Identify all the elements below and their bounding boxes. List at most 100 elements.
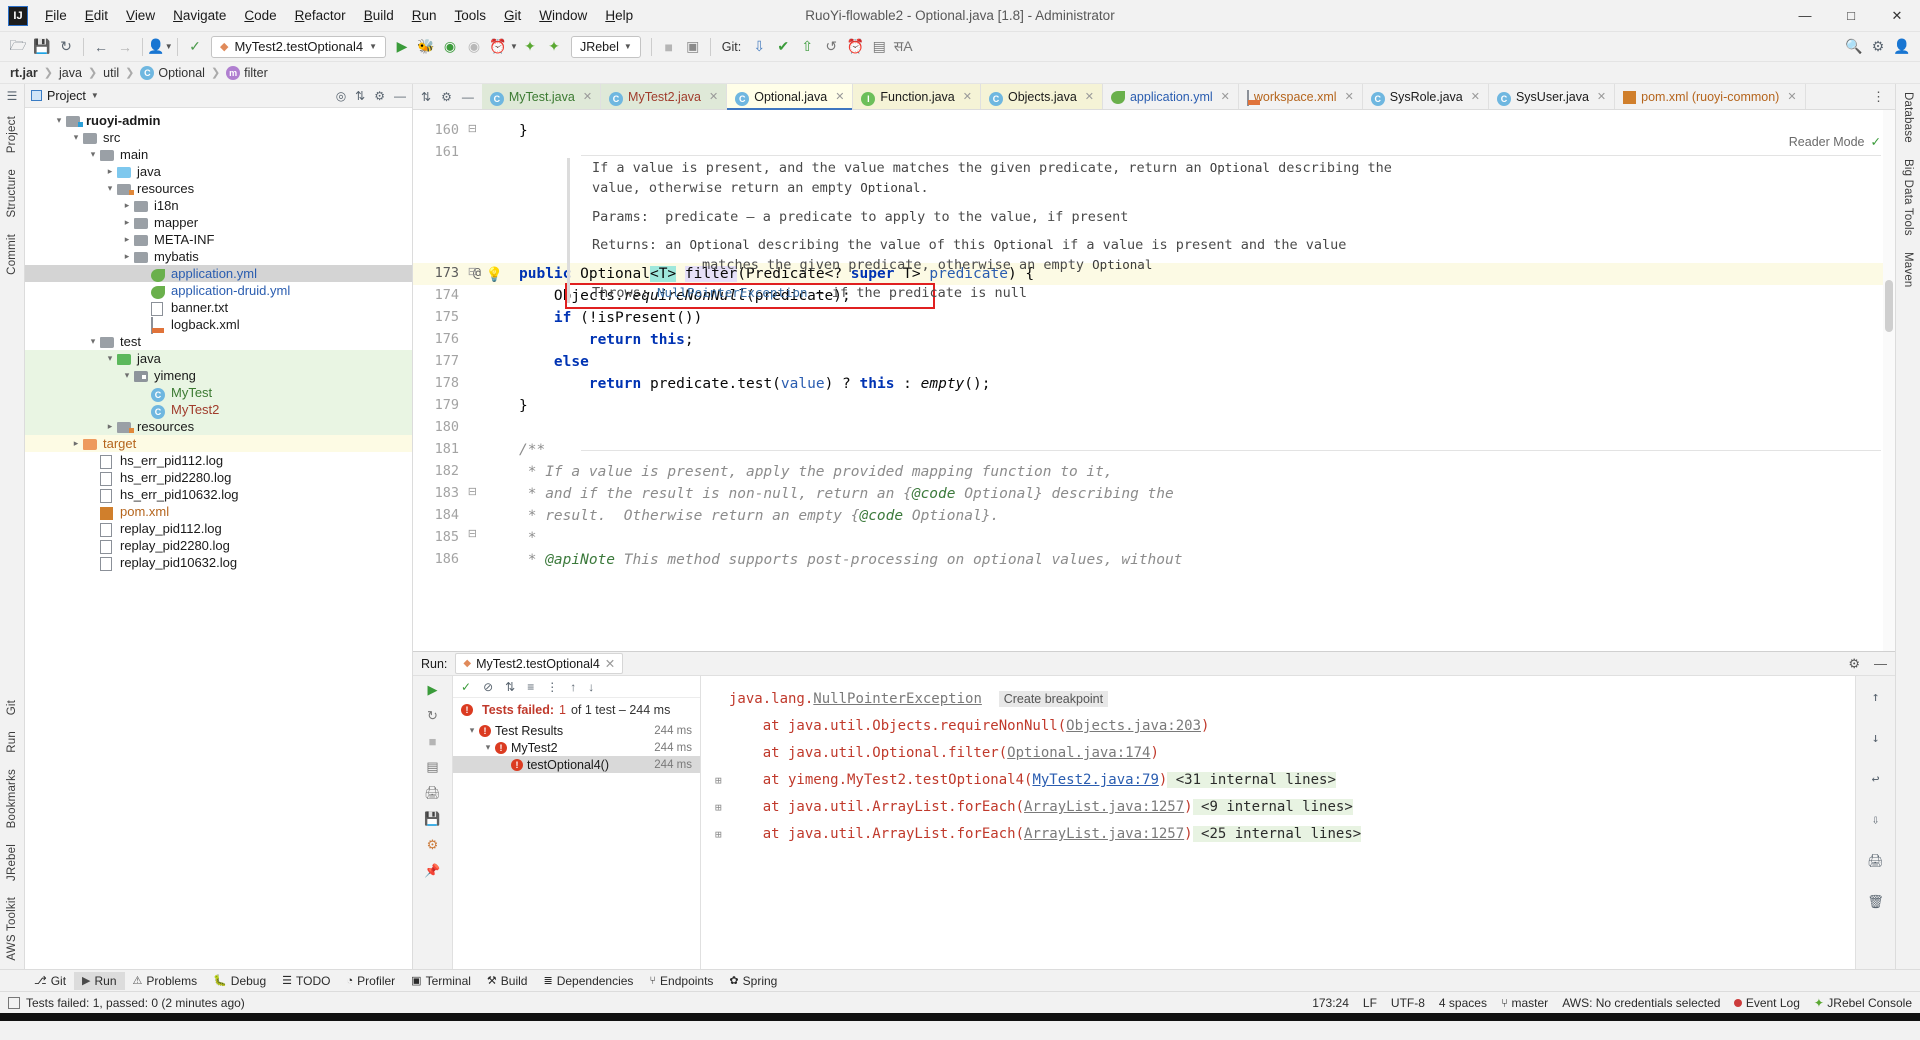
collapse-tests-icon[interactable]: ⋮ (546, 680, 558, 694)
prev-failed-icon[interactable]: ↑ (570, 680, 576, 694)
profile-icon[interactable]: 👤 ▼ (147, 35, 172, 59)
menu-edit[interactable]: Edit (76, 4, 117, 27)
chevron-right-icon[interactable]: ▸ (69, 438, 83, 449)
tree-item-pom-xml[interactable]: pom.xml (25, 503, 412, 520)
pin-tests-icon[interactable]: 📌 (424, 863, 440, 879)
settings-gear-icon[interactable]: ⚙ (1866, 35, 1890, 59)
stop-icon[interactable]: ■ (657, 35, 681, 59)
event-log-button[interactable]: Event Log (1734, 996, 1800, 1010)
account-icon[interactable]: 👤 (1890, 35, 1914, 59)
show-ignored-icon[interactable]: ⊘ (483, 680, 493, 694)
sidebar-item-git[interactable]: Git (2, 692, 22, 723)
close-icon[interactable]: ✕ (709, 90, 718, 103)
close-icon[interactable]: ✕ (583, 90, 592, 103)
editor-scrollbar-thumb[interactable] (1885, 280, 1893, 332)
create-breakpoint-button[interactable]: Create breakpoint (998, 691, 1109, 707)
tab-sort-icon[interactable]: ⇅ (421, 90, 431, 104)
chevron-down-icon[interactable]: ▾ (86, 336, 100, 347)
sidebar-item-bigdatatools[interactable]: Big Data Tools (1898, 151, 1918, 244)
tree-item-hs_err_pid2280-log[interactable]: hs_err_pid2280.log (25, 469, 412, 486)
layout-icon[interactable]: ▣ (681, 35, 705, 59)
tree-item-hs_err_pid112-log[interactable]: hs_err_pid112.log (25, 452, 412, 469)
tree-item-banner-txt[interactable]: banner.txt (25, 299, 412, 316)
editor-scrollbar[interactable] (1883, 110, 1895, 651)
sidebar-item-bookmarks[interactable]: Bookmarks (2, 761, 22, 836)
breadcrumb-optional[interactable]: C Optional (136, 65, 209, 80)
run-settings-gear-icon[interactable]: ⚙ (1848, 656, 1860, 672)
close-icon[interactable]: ✕ (963, 90, 972, 103)
forward-arrow-icon[interactable]: → (113, 35, 137, 59)
editor-tab-mytest-java[interactable]: C MyTest.java ✕ (481, 84, 602, 109)
aws-credentials[interactable]: AWS: No credentials selected (1562, 996, 1720, 1010)
tab-settings-gear-icon[interactable]: ⚙ (441, 90, 452, 104)
tree-item-src[interactable]: ▾ src (25, 129, 412, 146)
menu-file[interactable]: File (36, 4, 76, 27)
sidebar-item-database[interactable]: Database (1898, 84, 1918, 151)
breadcrumb-java[interactable]: java (55, 66, 86, 80)
tool-window-problems[interactable]: ⚠ Problems (125, 972, 206, 990)
close-icon[interactable]: ✕ (1345, 90, 1354, 103)
code-fold-marker[interactable]: ⊟ (468, 122, 477, 135)
tree-item-replay_pid2280-log[interactable]: replay_pid2280.log (25, 537, 412, 554)
console-stack-link[interactable]: ArrayList.java:1257 (1024, 799, 1184, 815)
chevron-right-icon[interactable]: ▸ (120, 234, 134, 245)
tree-item-test[interactable]: ▾ test (25, 333, 412, 350)
project-tree[interactable]: ▾ ruoyi-admin ▾ src ▾ main ▸ java ▾ resources ▸ i18… (25, 108, 412, 969)
run-coverage-icon[interactable]: ◉ (438, 35, 462, 59)
toggle-tests-icon[interactable]: ▤ (426, 759, 438, 775)
jrebel-debug-icon[interactable]: ✦ (542, 35, 566, 59)
show-passed-icon[interactable]: ✓ (461, 680, 471, 694)
all-tools-icon[interactable]: ☰ (7, 84, 18, 108)
sort-tests-icon[interactable]: ⇅ (505, 680, 515, 694)
intention-bulb-icon[interactable]: 💡 (486, 266, 503, 283)
filter-tests-icon[interactable]: ⚙ (427, 837, 439, 853)
line-separator[interactable]: LF (1363, 996, 1377, 1010)
menu-navigate[interactable]: Navigate (164, 4, 235, 27)
sidebar-item-commit[interactable]: Commit (2, 226, 22, 283)
tool-window-terminal[interactable]: ▣ Terminal (403, 972, 479, 990)
open-folder-icon[interactable]: 🗁 (6, 35, 30, 59)
test-tree[interactable]: ▾! Test Results 244 ms ▾! MyTest2 244 ms! test… (453, 722, 700, 773)
sidebar-item-aws-toolkit[interactable]: AWS Toolkit (2, 889, 22, 969)
expand-tests-icon[interactable]: ≡ (527, 680, 534, 694)
close-icon[interactable]: ✕ (1085, 90, 1094, 103)
chevron-down-icon[interactable]: ▾ (103, 183, 117, 194)
save-icon[interactable]: 💾 (30, 35, 54, 59)
close-icon[interactable]: ✕ (1221, 90, 1230, 103)
console-stack-link[interactable]: NullPointerException (813, 691, 982, 707)
tool-window-run[interactable]: ▶ Run (74, 971, 125, 990)
sidebar-item-jrebel[interactable]: JRebel (2, 836, 22, 889)
caret-position[interactable]: 173:24 (1312, 996, 1349, 1010)
chevron-right-icon[interactable]: ▸ (120, 200, 134, 211)
menu-build[interactable]: Build (355, 4, 403, 27)
console-stack-link[interactable]: Optional.java:174 (1007, 745, 1150, 761)
tab-overflow-icon[interactable]: ⋮ (1862, 84, 1895, 109)
console-stack-link[interactable]: MyTest2.java:79 (1032, 772, 1158, 788)
test-tree-item-test-results[interactable]: ▾! Test Results 244 ms (453, 722, 700, 739)
tree-item-meta-inf[interactable]: ▸ META-INF (25, 231, 412, 248)
tool-window-git[interactable]: ⎇ Git (26, 972, 74, 990)
console-print-icon[interactable]: 🖨 (1867, 848, 1884, 875)
editor-tab-sysrole-java[interactable]: C SysRole.java ✕ (1362, 84, 1489, 109)
run-tab[interactable]: ◆ MyTest2.testOptional4 ✕ (455, 653, 624, 674)
menu-view[interactable]: View (117, 4, 164, 27)
build-hammer-icon[interactable]: ✓ (183, 35, 207, 59)
tree-item-replay_pid112-log[interactable]: replay_pid112.log (25, 520, 412, 537)
menu-refactor[interactable]: Refactor (286, 4, 355, 27)
console-stack-link[interactable]: ArrayList.java:1257 (1024, 826, 1184, 842)
chevron-down-icon[interactable]: ▾ (69, 132, 83, 143)
jrebel-selector[interactable]: JRebel ▼ (570, 35, 641, 58)
run-icon[interactable]: ▶ (390, 35, 414, 59)
close-button[interactable]: ✕ (1874, 0, 1920, 32)
chevron-down-icon[interactable]: ▾ (103, 353, 117, 364)
back-arrow-icon[interactable]: ← (89, 35, 113, 59)
sidebar-item-maven[interactable]: Maven (1898, 244, 1918, 296)
editor-tab-objects-java[interactable]: C Objects.java ✕ (980, 84, 1103, 109)
minimize-button[interactable]: — (1782, 0, 1828, 32)
editor-tab-sysuser-java[interactable]: C SysUser.java ✕ (1488, 84, 1616, 109)
tree-item-application-yml[interactable]: application.yml (25, 265, 412, 282)
tree-item-replay_pid10632-log[interactable]: replay_pid10632.log (25, 554, 412, 571)
test-tree-item-testoptional4-[interactable]: ! testOptional4() 244 ms (453, 756, 700, 773)
close-icon[interactable]: ✕ (835, 90, 844, 103)
tree-item-ruoyi-admin[interactable]: ▾ ruoyi-admin (25, 112, 412, 129)
